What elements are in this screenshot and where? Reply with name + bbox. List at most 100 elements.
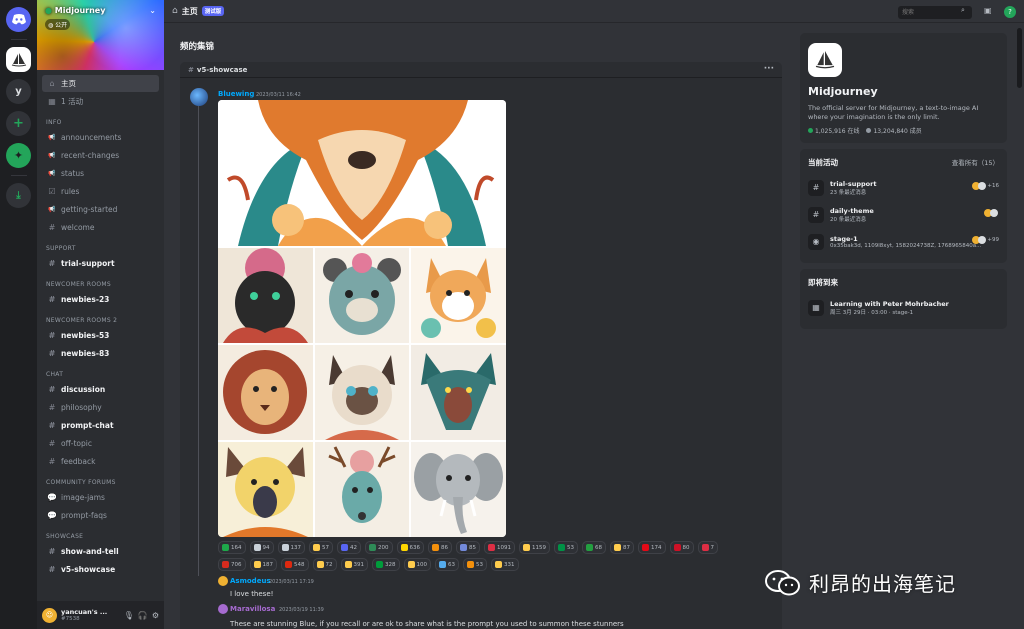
- image-tile-corgi[interactable]: [411, 248, 506, 343]
- reaction-chip[interactable]: 328: [372, 558, 400, 571]
- reaction-chip[interactable]: 100: [403, 558, 431, 571]
- sidebar-item-v5-showcase[interactable]: # v5-showcase: [42, 561, 159, 578]
- sidebar-item-getting-started[interactable]: 📢 getting-started: [42, 201, 159, 218]
- headphones-icon[interactable]: 🎧: [138, 611, 148, 620]
- reaction-chip[interactable]: 164: [218, 541, 246, 554]
- sidebar-item-show-and-tell[interactable]: # show-and-tell: [42, 543, 159, 560]
- activity-item-stage-1[interactable]: ◉ stage-1 0x35bak3d, 1109l8xyt, 1582024738…: [808, 228, 999, 255]
- sidebar-item-welcome[interactable]: # welcome: [42, 219, 159, 236]
- sidebar-item-image-jams[interactable]: 💬 image-jams: [42, 489, 159, 506]
- reaction-chip[interactable]: 706: [218, 558, 246, 571]
- view-all-link[interactable]: 查看所有（15）: [952, 157, 999, 168]
- download-apps-button[interactable]: ⤓: [6, 183, 31, 208]
- activity-item-daily-theme[interactable]: # daily-theme 20 条最近消息: [808, 201, 999, 228]
- reaction-chip[interactable]: 87: [610, 541, 634, 554]
- scrollbar[interactable]: [1017, 28, 1022, 88]
- reply-author[interactable]: Asmodeus: [230, 577, 271, 585]
- sidebar-item-recent-changes[interactable]: 📢 recent-changes: [42, 147, 159, 164]
- member-text: 13,204,840 成员: [873, 128, 922, 135]
- reaction-chip[interactable]: 63: [435, 558, 459, 571]
- inbox-icon[interactable]: ▣: [984, 6, 992, 15]
- image-tile-panther[interactable]: [218, 248, 313, 343]
- more-options-icon[interactable]: ···: [764, 64, 774, 74]
- sidebar-item-status[interactable]: 📢 status: [42, 165, 159, 182]
- sidebar-item-philosophy[interactable]: # philosophy: [42, 399, 159, 416]
- image-tile-fox[interactable]: [218, 100, 506, 246]
- reaction-chip[interactable]: 548: [281, 558, 309, 571]
- user-info[interactable]: yancuan's ... #7538: [61, 608, 120, 622]
- reaction-chip[interactable]: 1091: [484, 541, 515, 554]
- reaction-chip[interactable]: 53: [554, 541, 578, 554]
- image-attachment[interactable]: [218, 100, 506, 537]
- image-tile-deer[interactable]: [315, 442, 409, 537]
- avatar[interactable]: [190, 88, 208, 106]
- reaction-chip[interactable]: 57: [309, 541, 333, 554]
- sidebar-item-label: welcome: [61, 223, 95, 232]
- reaction-chip[interactable]: 391: [340, 558, 368, 571]
- reaction-chip[interactable]: 137: [277, 541, 305, 554]
- avatar[interactable]: ☺: [42, 607, 57, 623]
- reaction-chip[interactable]: 331: [491, 558, 519, 571]
- sidebar-item-newbies-83[interactable]: # newbies-83: [42, 345, 159, 362]
- reaction-chip[interactable]: 187: [249, 558, 277, 571]
- server-y-button[interactable]: y: [6, 79, 31, 104]
- avatar[interactable]: [218, 604, 228, 614]
- category-header[interactable]: INFO: [46, 119, 164, 126]
- image-tile-bear[interactable]: [315, 248, 409, 343]
- reply-author[interactable]: Maravillosa: [230, 605, 275, 613]
- sidebar-item-newbies-53[interactable]: # newbies-53: [42, 327, 159, 344]
- server-name[interactable]: ● Midjourney: [45, 6, 105, 15]
- sidebar-item-discussion[interactable]: # discussion: [42, 381, 159, 398]
- sidebar-item-announcements[interactable]: 📢 announcements: [42, 129, 159, 146]
- image-tile-hyena[interactable]: [218, 442, 313, 537]
- emoji-icon: [341, 544, 348, 551]
- category-header[interactable]: CHAT: [46, 371, 164, 378]
- sidebar-item-rules[interactable]: ☑ rules: [42, 183, 159, 200]
- category-header[interactable]: NEWCOMER ROOMS: [46, 281, 164, 288]
- explore-servers-button[interactable]: ✦: [6, 143, 31, 168]
- sidebar-item-prompt-chat[interactable]: # prompt-chat: [42, 417, 159, 434]
- event-item[interactable]: ▦ Learning with Peter Mohrbacher 周三 3月 2…: [808, 294, 999, 321]
- server-rail: y + ✦ ⤓: [0, 0, 37, 629]
- category-header[interactable]: NEWCOMER ROOMS 2: [46, 317, 164, 324]
- reaction-chip[interactable]: 174: [638, 541, 666, 554]
- post-channel-header[interactable]: # v5-showcase ···: [180, 62, 782, 78]
- server-banner[interactable]: ● Midjourney ◍ 公开 ⌄: [37, 0, 164, 70]
- image-tile-cat[interactable]: [315, 345, 409, 440]
- chevron-down-icon[interactable]: ⌄: [149, 6, 156, 15]
- reaction-chip[interactable]: 636: [396, 541, 424, 554]
- reaction-chip[interactable]: 72: [312, 558, 337, 571]
- reaction-chip[interactable]: 7: [697, 541, 718, 554]
- category-header[interactable]: SHOWCASE: [46, 533, 164, 540]
- image-tile-lion[interactable]: [218, 345, 313, 440]
- reaction-chip[interactable]: 68: [582, 541, 606, 554]
- add-server-button[interactable]: +: [6, 111, 31, 136]
- activity-item-trial-support[interactable]: # trial-support 23 条最近消息 +16: [808, 174, 999, 201]
- sidebar-item-off-topic[interactable]: # off-topic: [42, 435, 159, 452]
- category-header[interactable]: COMMUNITY FORUMS: [46, 479, 164, 486]
- reaction-chip[interactable]: 94: [249, 541, 274, 554]
- sidebar-item-newbies-23[interactable]: # newbies-23: [42, 291, 159, 308]
- sidebar-item-feedback[interactable]: # feedback: [42, 453, 159, 470]
- image-tile-elephant[interactable]: [411, 442, 506, 537]
- discord-home-button[interactable]: [6, 7, 31, 32]
- reaction-chip[interactable]: 85: [456, 541, 480, 554]
- reaction-chip[interactable]: 53: [463, 558, 487, 571]
- avatar[interactable]: [218, 576, 228, 586]
- category-header[interactable]: SUPPORT: [46, 245, 164, 252]
- reaction-chip[interactable]: 42: [337, 541, 361, 554]
- sidebar-item-prompt-faqs[interactable]: 💬 prompt-faqs: [42, 507, 159, 524]
- reaction-chip[interactable]: 80: [669, 541, 694, 554]
- image-tile-wolf[interactable]: [411, 345, 506, 440]
- reaction-chip[interactable]: 86: [428, 541, 452, 554]
- sidebar-item-events[interactable]: ▦ 1 活动: [42, 93, 159, 110]
- reaction-chip[interactable]: 1159: [519, 541, 550, 554]
- sidebar-item-trial-support[interactable]: # trial-support: [42, 255, 159, 272]
- sidebar-item-home[interactable]: ⌂ 主页: [42, 75, 159, 92]
- reaction-chip[interactable]: 200: [365, 541, 393, 554]
- midjourney-server-button[interactable]: [6, 47, 31, 72]
- gear-icon[interactable]: ⚙: [152, 611, 159, 620]
- microphone-muted-icon[interactable]: 🎙: [124, 611, 134, 620]
- message-author[interactable]: Bluewing: [218, 90, 254, 98]
- help-icon[interactable]: ?: [1004, 6, 1016, 18]
